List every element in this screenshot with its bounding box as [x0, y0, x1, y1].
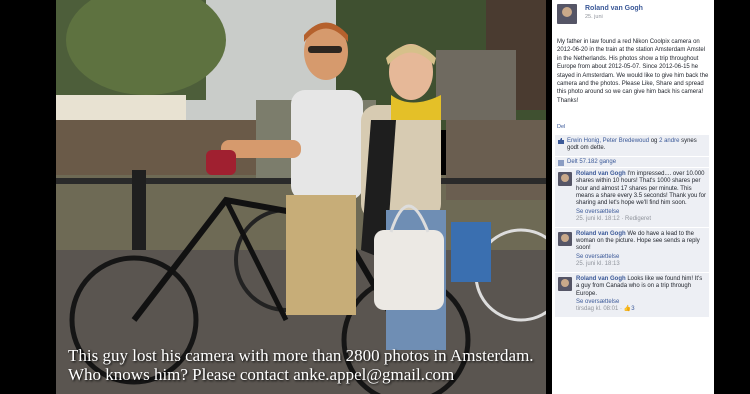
post-photo[interactable]: This guy lost his camera with more than …	[56, 0, 546, 394]
comment-meta: 25. juni kl. 18:12 · Redigeret	[576, 216, 652, 223]
post-sidebar: Roland van Gogh 25. juni My father in la…	[552, 0, 714, 394]
comment-like-count[interactable]: 3	[631, 306, 634, 312]
comment-author[interactable]: Roland van Gogh	[576, 231, 626, 237]
post-date[interactable]: 25. juni	[585, 14, 603, 20]
see-translation-link[interactable]: Se oversættelse	[576, 209, 706, 216]
photo-caption: This guy lost his camera with more than …	[68, 346, 546, 384]
shares-summary[interactable]: Delt 57.182 gange	[555, 155, 709, 167]
likes-others-link[interactable]: 2 andre	[659, 138, 679, 144]
comment-meta-time: tirsdag kl. 08:01 ·	[576, 306, 624, 313]
right-margin	[717, 0, 750, 394]
comment-meta: 25. juni kl. 18:13	[576, 261, 620, 268]
caption-line-2: Who knows him? Please contact anke.appel…	[68, 365, 455, 384]
comment-author[interactable]: Roland van Gogh	[576, 276, 626, 282]
commenter-avatar[interactable]	[558, 231, 572, 246]
shares-count-link[interactable]: Delt 57.182 gange	[567, 159, 616, 165]
likes-conjunction: og	[649, 138, 660, 144]
feedback-box: Erwin Honig, Peter Bredewoud og 2 andre …	[555, 135, 709, 317]
comment-item: Roland van Gogh We do have a lead to the…	[555, 226, 709, 272]
thumbs-up-icon	[558, 138, 564, 144]
owner-avatar[interactable]	[557, 4, 577, 24]
commenter-avatar[interactable]	[558, 171, 572, 186]
post-header: Roland van Gogh 25. juni	[557, 4, 712, 26]
post-text: My father in law found a red Nikon Coolp…	[557, 39, 709, 104]
likers-link[interactable]: Erwin Honig, Peter Bredewoud	[567, 138, 649, 144]
owner-name-link[interactable]: Roland van Gogh	[585, 5, 643, 12]
comment-author[interactable]: Roland van Gogh	[576, 171, 626, 177]
amsterdam-canal-photo	[56, 0, 546, 394]
see-translation-link[interactable]: Se oversættelse	[576, 254, 706, 261]
comment-item: Roland van Gogh Looks like we found him!…	[555, 271, 709, 317]
share-link[interactable]: Del	[557, 124, 565, 130]
share-icon	[558, 159, 564, 166]
likes-summary: Erwin Honig, Peter Bredewoud og 2 andre …	[555, 135, 709, 156]
commenter-avatar[interactable]	[558, 276, 572, 291]
comment-meta: tirsdag kl. 08:01 · 👍3	[576, 306, 706, 313]
caption-line-1: This guy lost his camera with more than …	[68, 346, 534, 365]
comment-item: Roland van Gogh I'm impressed.... over 1…	[555, 166, 709, 227]
